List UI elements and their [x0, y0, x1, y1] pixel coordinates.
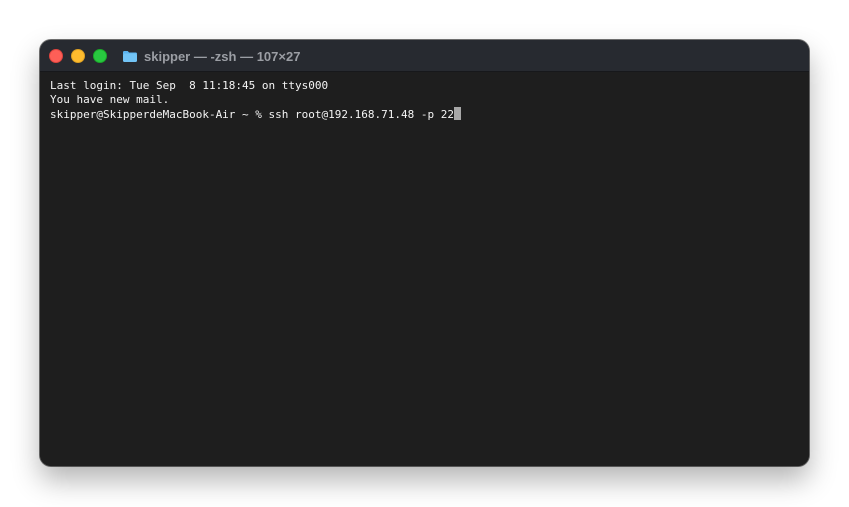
terminal-input-line[interactable]: skipper@SkipperdeMacBook-Air ~ % ssh roo… — [50, 107, 799, 121]
folder-icon — [123, 50, 137, 62]
terminal-command: skipper@SkipperdeMacBook-Air ~ % ssh roo… — [50, 108, 454, 121]
close-button[interactable] — [49, 49, 63, 63]
window-title: skipper — -zsh — 107×27 — [122, 40, 300, 72]
terminal-content[interactable]: Last login: Tue Sep 8 11:18:45 on ttys00… — [40, 72, 809, 466]
terminal-line: Last login: Tue Sep 8 11:18:45 on ttys00… — [50, 79, 329, 92]
zoom-button[interactable] — [93, 49, 107, 63]
terminal-line: You have new mail. — [50, 93, 170, 106]
window-title-text: skipper — -zsh — 107×27 — [144, 48, 301, 64]
terminal-window: skipper — -zsh — 107×27 Last login: Tue … — [40, 40, 809, 466]
text-cursor — [453, 107, 461, 120]
minimize-button[interactable] — [71, 49, 85, 63]
title-bar[interactable]: skipper — -zsh — 107×27 — [40, 40, 809, 72]
